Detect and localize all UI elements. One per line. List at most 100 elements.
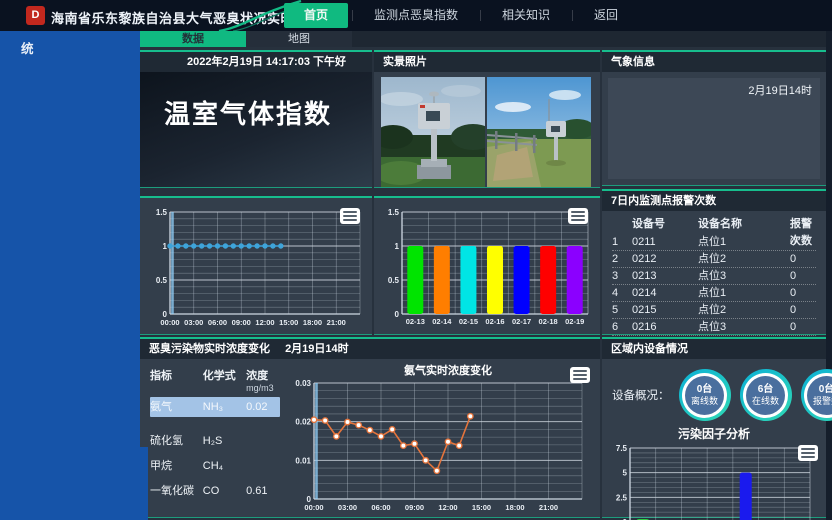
pollutant-value: 0.02 xyxy=(246,397,280,417)
svg-text:03:00: 03:00 xyxy=(338,503,357,512)
alarms-cell: 点位3 xyxy=(698,319,790,335)
alarms-panel-title: 7日内监测点报警次数 xyxy=(602,191,826,211)
stat-circle-core: 6台在线数 xyxy=(746,376,785,415)
tab-地图[interactable]: 地图 xyxy=(246,31,352,47)
chart-menu-icon[interactable] xyxy=(568,208,588,224)
pollutant-name: 氨气 xyxy=(150,397,203,417)
daily-index-svg: 00.511.502-1302-1402-1502-1602-1702-1802… xyxy=(378,202,596,330)
stat-label: 报警数 xyxy=(813,396,832,407)
alarms-table-row[interactable]: 10211点位10 xyxy=(612,234,816,251)
stat-circle-ring: 0台报警数 xyxy=(804,373,832,418)
svg-text:12:00: 12:00 xyxy=(255,318,274,327)
tab-数据[interactable]: 数据 xyxy=(140,31,246,47)
pollutants-panel-header: 恶臭污染物实时浓度变化 2月19日14时 xyxy=(140,339,600,359)
nav-item-监测点恶臭指数[interactable]: 监测点恶臭指数 xyxy=(352,0,480,31)
svg-text:0.5: 0.5 xyxy=(388,276,400,285)
svg-text:02-19: 02-19 xyxy=(565,317,584,326)
svg-text:15:00: 15:00 xyxy=(279,318,298,327)
pollutant-formula: NH₃ xyxy=(203,397,246,417)
stat-label: 在线数 xyxy=(752,396,779,407)
panel-greeting: 2022年2月19日 14:17:03 下午好 温室气体指数 xyxy=(140,50,372,188)
alarms-col-header: 设备号 xyxy=(632,216,698,234)
svg-text:0.5: 0.5 xyxy=(156,276,168,285)
device-stat-circle-报警数: 0台报警数 xyxy=(801,369,832,421)
alarms-cell: 0213 xyxy=(632,268,698,284)
chart-menu-icon[interactable] xyxy=(340,208,360,224)
pollutant-row-NH₃[interactable]: 氨气NH₃0.02 xyxy=(150,397,280,417)
stat-value: 0台 xyxy=(697,384,713,396)
weather-body: 2月19日14时 xyxy=(608,78,820,179)
svg-text:02-17: 02-17 xyxy=(512,317,531,326)
alarms-cell: 0214 xyxy=(632,285,698,301)
svg-text:03:00: 03:00 xyxy=(184,318,203,327)
svg-text:00:00: 00:00 xyxy=(304,503,323,512)
panel-weather: 气象信息 2月19日14时 xyxy=(602,50,826,186)
alarms-table-row[interactable]: 20212点位20 xyxy=(612,251,816,268)
device-stat-circle-离线数: 0台离线数 xyxy=(679,369,731,421)
alarms-cell: 0 xyxy=(790,319,816,335)
pollutants-col-unit: mg/m3 xyxy=(246,383,280,393)
alarms-table-row[interactable]: 40214点位10 xyxy=(612,285,816,302)
svg-text:1: 1 xyxy=(163,242,168,251)
pollutant-name: 一氧化碳 xyxy=(150,481,203,501)
daily-index-chart: 00.511.502-1302-1402-1502-1602-1702-1802… xyxy=(374,198,600,335)
svg-text:02-16: 02-16 xyxy=(485,317,504,326)
factor-analysis-svg: 02.557.5氨气硫化氢甲烷一氧化碳 xyxy=(608,443,816,520)
device-overview-row: 设备概况： 0台离线数6台在线数0台报警数 xyxy=(612,369,822,421)
chart-menu-icon[interactable] xyxy=(798,445,818,461)
svg-text:02-13: 02-13 xyxy=(406,317,425,326)
svg-text:氨气实时浓度变化: 氨气实时浓度变化 xyxy=(404,363,492,377)
devices-panel-title: 区域内设备情况 xyxy=(602,339,826,359)
stat-circle-ring: 6台在线数 xyxy=(743,373,788,418)
pollutants-col-formula: 化学式 xyxy=(203,367,246,393)
alarms-table-row[interactable]: 30213点位30 xyxy=(612,268,816,285)
pollutant-name: 硫化氢 xyxy=(150,431,203,451)
nav-item-相关知识[interactable]: 相关知识 xyxy=(480,0,572,31)
top-bar: D 海南省乐东黎族自治县大气恶臭状况实时发布系 首页监测点恶臭指数相关知识返回 xyxy=(0,0,832,31)
nav-item-首页[interactable]: 首页 xyxy=(284,3,348,28)
nh3-chart-area: 00.010.020.0300:0003:0006:0009:0012:0015… xyxy=(284,359,600,516)
pollutants-body: 指标化学式浓度mg/m3氨气NH₃0.02硫化氢H₂S甲烷CH₄一氧化碳CO0.… xyxy=(140,359,600,516)
pollutant-name: 甲烷 xyxy=(150,456,203,476)
svg-text:12:00: 12:00 xyxy=(438,503,457,512)
pollutant-row-H₂S[interactable]: 硫化氢H₂S xyxy=(150,431,280,451)
factor-analysis-chart: 02.557.5氨气硫化氢甲烷一氧化碳 xyxy=(608,443,826,520)
stat-circle-core: 0台报警数 xyxy=(807,376,832,415)
svg-text:2.5: 2.5 xyxy=(616,493,628,502)
alarms-header-row: 设备号设备名称报警次数 xyxy=(612,216,816,234)
svg-text:0: 0 xyxy=(395,310,400,319)
alarms-cell: 1 xyxy=(612,234,632,250)
alarms-cell: 0 xyxy=(790,285,816,301)
nav-item-返回[interactable]: 返回 xyxy=(572,0,640,31)
svg-text:0.02: 0.02 xyxy=(295,418,311,427)
svg-text:09:00: 09:00 xyxy=(405,503,424,512)
svg-text:0.03: 0.03 xyxy=(295,379,311,388)
svg-text:1: 1 xyxy=(395,242,400,251)
alarms-table-row[interactable]: 50215点位20 xyxy=(612,302,816,319)
left-sidebar: 统 xyxy=(0,31,140,520)
pollutant-value xyxy=(246,456,280,476)
svg-text:5: 5 xyxy=(623,469,628,478)
svg-text:0.01: 0.01 xyxy=(295,456,311,465)
stat-value: 6台 xyxy=(758,384,774,396)
svg-text:7.5: 7.5 xyxy=(616,444,628,453)
svg-text:15:00: 15:00 xyxy=(472,503,491,512)
alarms-cell: 0 xyxy=(790,234,816,250)
svg-text:18:00: 18:00 xyxy=(505,503,524,512)
pollutant-row-CH₄[interactable]: 甲烷CH₄ xyxy=(150,456,280,476)
pollutant-formula: CH₄ xyxy=(203,456,246,476)
factor-chart-area: 02.557.5氨气硫化氢甲烷一氧化碳 xyxy=(602,443,826,520)
stat-value: 0台 xyxy=(819,384,832,396)
alarms-cell: 0211 xyxy=(632,234,698,250)
chart-menu-icon[interactable] xyxy=(570,367,590,383)
alarms-col-header: 设备名称 xyxy=(698,216,790,234)
alarms-cell: 点位3 xyxy=(698,268,790,284)
nh3-trend-svg: 00.010.020.0300:0003:0006:0009:0012:0015… xyxy=(284,361,590,515)
tab-bar: 数据地图 xyxy=(140,31,826,47)
alarms-col-header: 报警次数 xyxy=(790,216,816,234)
pollutants-col-value: 浓度mg/m3 xyxy=(246,367,280,393)
alarms-table-row[interactable]: 60216点位30 xyxy=(612,319,816,336)
alarms-table: 设备号设备名称报警次数10211点位1020212点位2030213点位3040… xyxy=(602,211,826,336)
svg-text:06:00: 06:00 xyxy=(371,503,390,512)
pollutant-row-CO[interactable]: 一氧化碳CO0.61 xyxy=(150,481,280,501)
